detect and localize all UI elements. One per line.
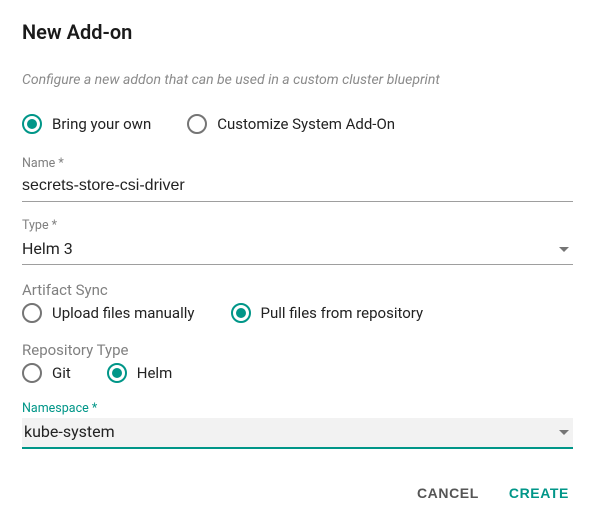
radio-icon — [22, 114, 42, 134]
radio-label: Git — [52, 364, 71, 382]
repo-type-helm[interactable]: Helm — [107, 363, 172, 383]
create-button[interactable]: CREATE — [505, 479, 573, 507]
artifact-sync-label: Artifact Sync — [22, 281, 573, 299]
chevron-down-icon — [559, 247, 569, 252]
type-select[interactable]: Helm 3 — [22, 235, 573, 265]
repo-type-git[interactable]: Git — [22, 363, 71, 383]
radio-icon — [187, 114, 207, 134]
radio-label: Bring your own — [52, 115, 151, 133]
mode-bring-your-own[interactable]: Bring your own — [22, 114, 151, 134]
type-label: Type * — [22, 218, 573, 233]
type-value: Helm 3 — [22, 235, 573, 264]
repo-type-label: Repository Type — [22, 341, 573, 359]
namespace-label: Namespace * — [22, 401, 573, 416]
radio-label: Pull files from repository — [261, 304, 424, 322]
name-label: Name * — [22, 156, 573, 171]
namespace-select[interactable]: kube-system — [22, 418, 573, 449]
cancel-button[interactable]: CANCEL — [413, 479, 483, 507]
radio-icon — [107, 363, 127, 383]
radio-label: Upload files manually — [52, 304, 195, 322]
chevron-down-icon — [559, 430, 569, 435]
page-title: New Add-on — [22, 20, 573, 44]
artifact-upload-manual[interactable]: Upload files manually — [22, 303, 195, 323]
radio-icon — [231, 303, 251, 323]
name-input[interactable] — [22, 173, 573, 202]
namespace-value: kube-system — [22, 418, 573, 447]
radio-label: Customize System Add-On — [217, 115, 395, 133]
radio-icon — [22, 363, 42, 383]
radio-icon — [22, 303, 42, 323]
radio-label: Helm — [137, 364, 172, 382]
artifact-pull-repo[interactable]: Pull files from repository — [231, 303, 424, 323]
mode-customize-system[interactable]: Customize System Add-On — [187, 114, 395, 134]
page-subtitle: Configure a new addon that can be used i… — [22, 72, 573, 88]
